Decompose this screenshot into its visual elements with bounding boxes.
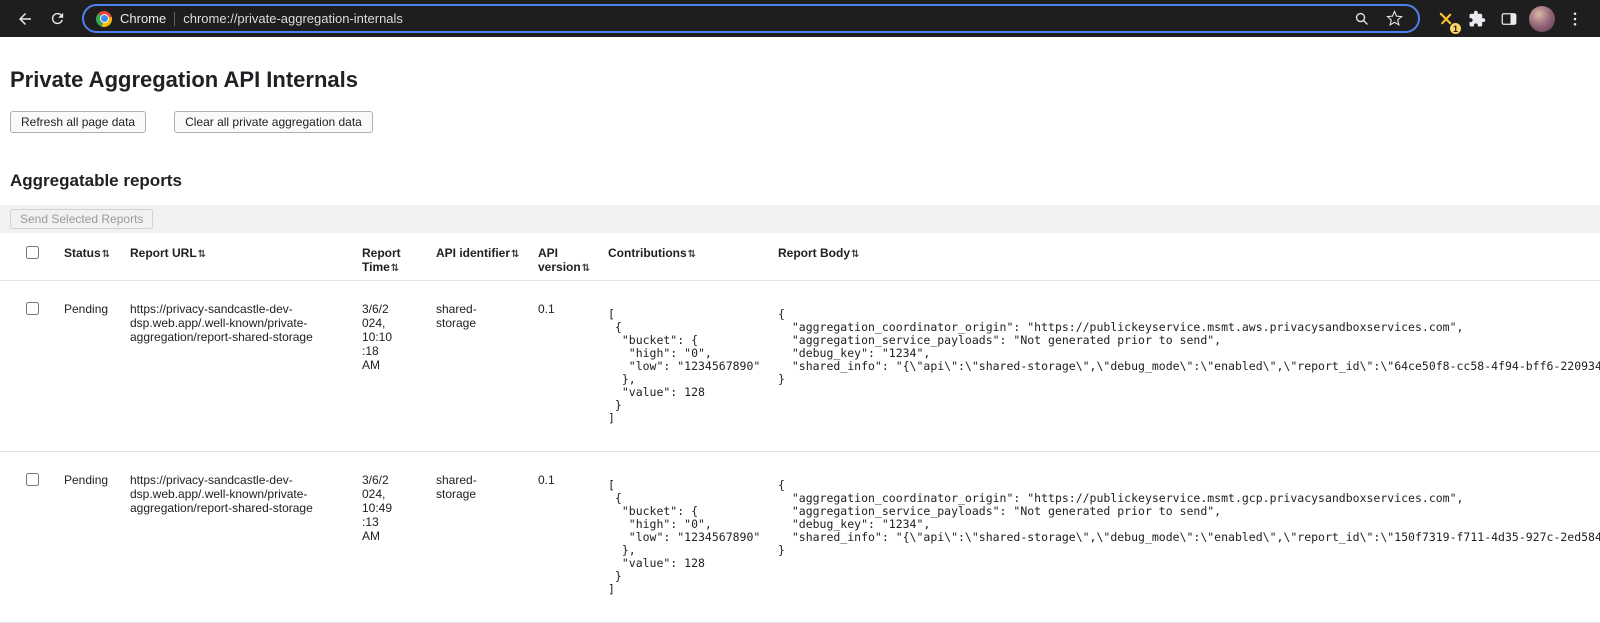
col-label: Contributions [608, 246, 687, 260]
profile-avatar[interactable] [1529, 6, 1555, 32]
report-row: Pending https://privacy-sandcastle-dev-d… [0, 281, 1600, 452]
page-content: Private Aggregation API Internals Refres… [0, 67, 1600, 623]
contributions-json: [ { "bucket": { "high": "0", "low": "123… [608, 479, 762, 596]
col-header-report-body[interactable]: Report Body⇅ [770, 233, 1600, 281]
report-time-cell: 3/6/2024, 10:49:13 AM [354, 452, 428, 623]
col-label: API identifier [436, 246, 510, 260]
back-arrow-icon [16, 10, 34, 28]
table-toolbar: Send Selected Reports [0, 205, 1600, 233]
report-body-json: { "aggregation_coordinator_origin": "htt… [778, 308, 1592, 386]
reports-table: Status⇅ Report URL⇅ Report Time⇅ API ide… [0, 233, 1600, 623]
back-button[interactable] [10, 4, 40, 34]
browser-toolbar: Chrome chrome://private-aggregation-inte… [0, 0, 1600, 37]
sort-icon: ⇅ [851, 249, 859, 260]
send-selected-button[interactable]: Send Selected Reports [10, 209, 153, 229]
extensions-puzzle-icon[interactable] [1462, 4, 1492, 34]
report-body-cell: { "aggregation_coordinator_origin": "htt… [770, 452, 1600, 623]
api-version-cell: 0.1 [530, 452, 600, 623]
report-body-cell: { "aggregation_coordinator_origin": "htt… [770, 281, 1600, 452]
report-url-cell: https://privacy-sandcastle-dev-dsp.web.a… [122, 281, 354, 452]
sort-icon: ⇅ [688, 249, 696, 260]
page-title: Private Aggregation API Internals [10, 67, 1590, 93]
bookmark-star-icon[interactable] [1382, 7, 1406, 31]
col-header-api-identifier[interactable]: API identifier⇅ [428, 233, 530, 281]
col-label: Status [64, 246, 101, 260]
col-header-report-time[interactable]: Report Time⇅ [354, 233, 428, 281]
sort-icon: ⇅ [582, 263, 590, 274]
report-row: Pending https://privacy-sandcastle-dev-d… [0, 452, 1600, 623]
status-cell: Pending [56, 281, 122, 452]
contributions-json: [ { "bucket": { "high": "0", "low": "123… [608, 308, 762, 425]
table-header-row: Status⇅ Report URL⇅ Report Time⇅ API ide… [0, 233, 1600, 281]
section-title: Aggregatable reports [10, 171, 1590, 191]
reload-button[interactable] [42, 4, 72, 34]
extension-badge: 1 [1449, 22, 1462, 35]
report-time-cell: 3/6/2024, 10:10:18 AM [354, 281, 428, 452]
report-body-json: { "aggregation_coordinator_origin": "htt… [778, 479, 1592, 557]
sort-icon: ⇅ [198, 249, 206, 260]
sort-icon: ⇅ [391, 263, 399, 274]
col-label: Report Body [778, 246, 850, 260]
row-checkbox[interactable] [26, 473, 39, 486]
api-identifier-cell: shared-storage [428, 281, 530, 452]
report-url-cell: https://privacy-sandcastle-dev-dsp.web.a… [122, 452, 354, 623]
status-cell: Pending [56, 452, 122, 623]
col-header-status[interactable]: Status⇅ [56, 233, 122, 281]
col-header-report-url[interactable]: Report URL⇅ [122, 233, 354, 281]
url-text: chrome://private-aggregation-internals [183, 11, 403, 26]
chrome-logo-icon [96, 11, 112, 27]
col-label: API version [538, 246, 581, 274]
page-actions: Refresh all page data Clear all private … [10, 111, 1590, 133]
clear-all-button[interactable]: Clear all private aggregation data [174, 111, 373, 133]
sort-icon: ⇅ [511, 249, 519, 260]
menu-dots-icon[interactable] [1560, 4, 1590, 34]
refresh-all-button[interactable]: Refresh all page data [10, 111, 146, 133]
col-header-api-version[interactable]: API version⇅ [530, 233, 600, 281]
contributions-cell: [ { "bucket": { "high": "0", "low": "123… [600, 452, 770, 623]
api-identifier-cell: shared-storage [428, 452, 530, 623]
search-icon[interactable] [1350, 7, 1374, 31]
address-bar[interactable]: Chrome chrome://private-aggregation-inte… [82, 4, 1420, 33]
col-label: Report URL [130, 246, 197, 260]
api-version-cell: 0.1 [530, 281, 600, 452]
side-panel-icon[interactable] [1494, 4, 1524, 34]
select-all-checkbox[interactable] [26, 246, 39, 259]
col-header-contributions[interactable]: Contributions⇅ [600, 233, 770, 281]
pinned-extension-icon[interactable]: 1 [1430, 4, 1460, 34]
site-label: Chrome [120, 11, 166, 26]
sort-icon: ⇅ [102, 249, 110, 260]
reload-icon [49, 10, 66, 27]
contributions-cell: [ { "bucket": { "high": "0", "low": "123… [600, 281, 770, 452]
omnibox-divider [174, 12, 175, 26]
row-checkbox[interactable] [26, 302, 39, 315]
